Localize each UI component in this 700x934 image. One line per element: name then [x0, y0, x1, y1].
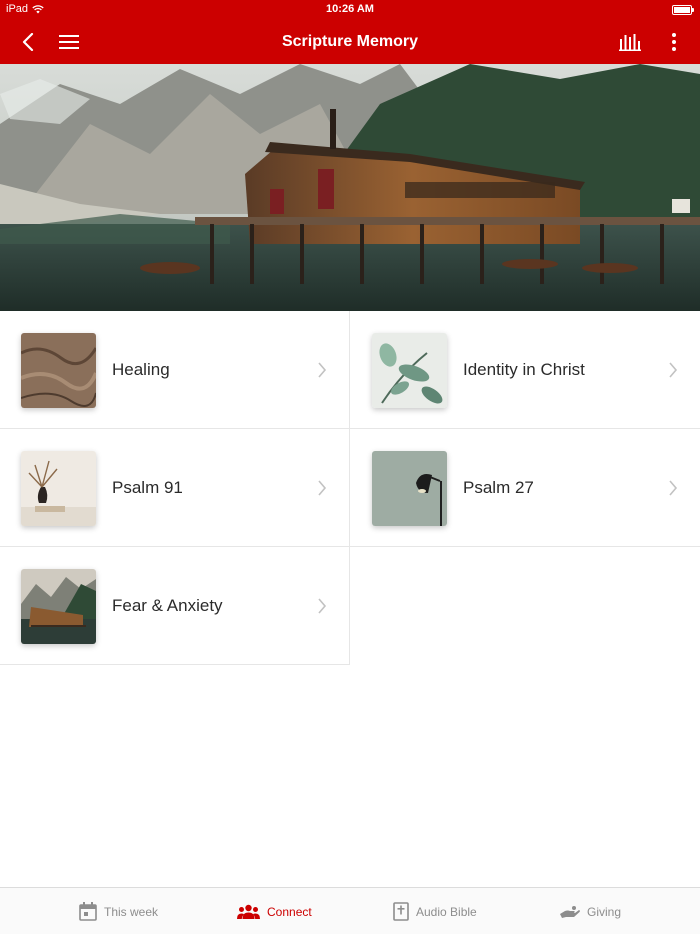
status-bar: iPad 10:26 AM: [0, 0, 700, 20]
nav-bar: Scripture Memory: [0, 20, 700, 64]
topic-thumbnail: [21, 333, 96, 408]
giving-hand-icon: [560, 905, 580, 918]
tab-this-week[interactable]: This week: [79, 888, 158, 934]
topic-label: Identity in Christ: [463, 360, 585, 379]
topic-thumbnail: [372, 451, 447, 526]
calendar-icon: [79, 902, 97, 921]
topic-thumbnail: [372, 333, 447, 408]
chevron-right-icon: [318, 598, 327, 614]
topic-card-identity-in-christ[interactable]: Identity in Christ: [350, 311, 700, 429]
topic-thumbnail: [21, 451, 96, 526]
chevron-right-icon: [669, 480, 678, 496]
tab-label: Connect: [267, 904, 312, 919]
status-time: 10:26 AM: [326, 3, 374, 15]
hero-image: [0, 64, 700, 311]
bar-chart-icon: [619, 34, 641, 51]
topic-card-fear-anxiety[interactable]: Fear & Anxiety: [0, 547, 350, 665]
tab-audio-bible[interactable]: Audio Bible: [393, 888, 477, 934]
back-chevron-icon: [22, 33, 34, 51]
menu-button[interactable]: [56, 20, 82, 64]
tab-giving[interactable]: Giving: [560, 888, 621, 934]
chevron-right-icon: [318, 480, 327, 496]
topic-label: Healing: [112, 360, 170, 379]
back-button[interactable]: [14, 20, 42, 64]
tab-label: Giving: [587, 904, 622, 919]
more-vertical-icon: [672, 33, 676, 51]
lake-cabin-illustration: [0, 64, 700, 311]
chevron-right-icon: [318, 362, 327, 378]
more-button[interactable]: [664, 20, 684, 64]
topic-label: Fear & Anxiety: [112, 596, 223, 615]
hamburger-menu-icon: [59, 35, 79, 49]
topic-thumbnail: [21, 569, 96, 644]
stats-button[interactable]: [616, 20, 644, 64]
chevron-right-icon: [669, 362, 678, 378]
topic-card-psalm-91[interactable]: Psalm 91: [0, 429, 350, 547]
topic-label: Psalm 27: [463, 478, 534, 497]
bible-icon: [393, 902, 409, 921]
tab-label: This week: [104, 904, 159, 919]
tab-connect[interactable]: Connect: [237, 888, 312, 934]
tab-bar: This week Connect Audio Bible Giving: [0, 887, 700, 934]
battery-icon: [672, 5, 694, 15]
topic-card-healing[interactable]: Healing: [0, 311, 350, 429]
topic-label: Psalm 91: [112, 478, 183, 497]
topic-card-psalm-27[interactable]: Psalm 27: [350, 429, 700, 547]
people-icon: [237, 904, 260, 919]
page-title: Scripture Memory: [281, 33, 419, 50]
tab-label: Audio Bible: [416, 904, 477, 919]
